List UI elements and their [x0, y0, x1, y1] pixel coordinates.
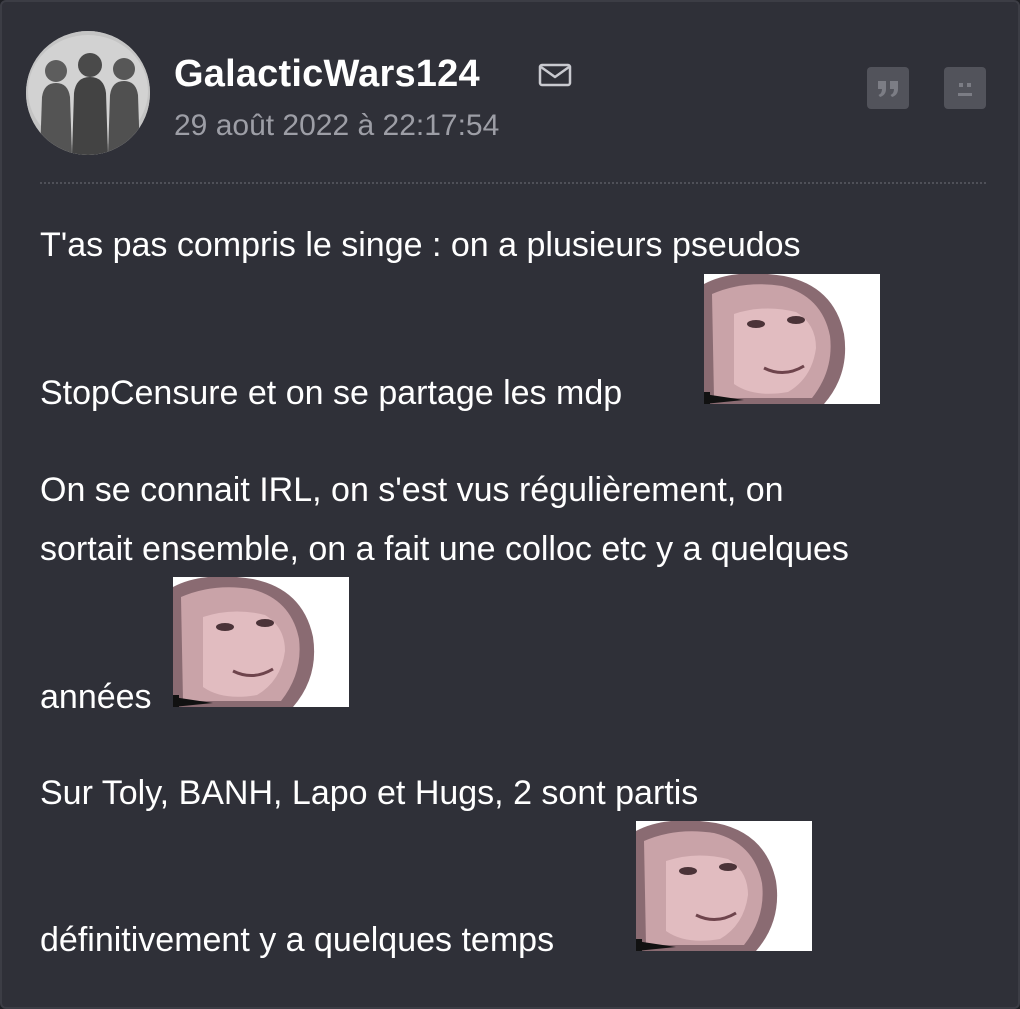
- silhouettes-image: [26, 31, 150, 155]
- quote-icon: [878, 81, 898, 97]
- message-line: On se connait IRL, on s'est vus régulièr…: [40, 471, 784, 509]
- quote-button[interactable]: [867, 67, 909, 109]
- forum-post: GalacticWars124 29 août 2022 à 22:17:54 …: [0, 0, 1020, 1009]
- message-line: définitivement y a quelques temps: [40, 921, 555, 959]
- message-line: années: [40, 678, 152, 716]
- report-button[interactable]: [944, 67, 986, 109]
- palpatine-smiley: [173, 577, 349, 707]
- message-line: Sur Toly, BANH, Lapo et Hugs, 2 sont par…: [40, 774, 699, 812]
- author-avatar[interactable]: [26, 31, 150, 155]
- message-line: T'as pas compris le singe : on a plusieu…: [40, 226, 801, 264]
- sad-face-icon: [958, 83, 972, 96]
- mail-icon[interactable]: [537, 60, 573, 90]
- post-date[interactable]: 29 août 2022 à 22:17:54: [174, 106, 499, 146]
- message-line: StopCensure et on se partage les mdp: [40, 374, 623, 412]
- message-line: sortait ensemble, on a fait une colloc e…: [40, 530, 849, 568]
- header-separator: [40, 182, 986, 184]
- palpatine-smiley: [636, 821, 812, 951]
- author-name[interactable]: GalacticWars124: [174, 52, 480, 96]
- palpatine-smiley: [704, 274, 880, 404]
